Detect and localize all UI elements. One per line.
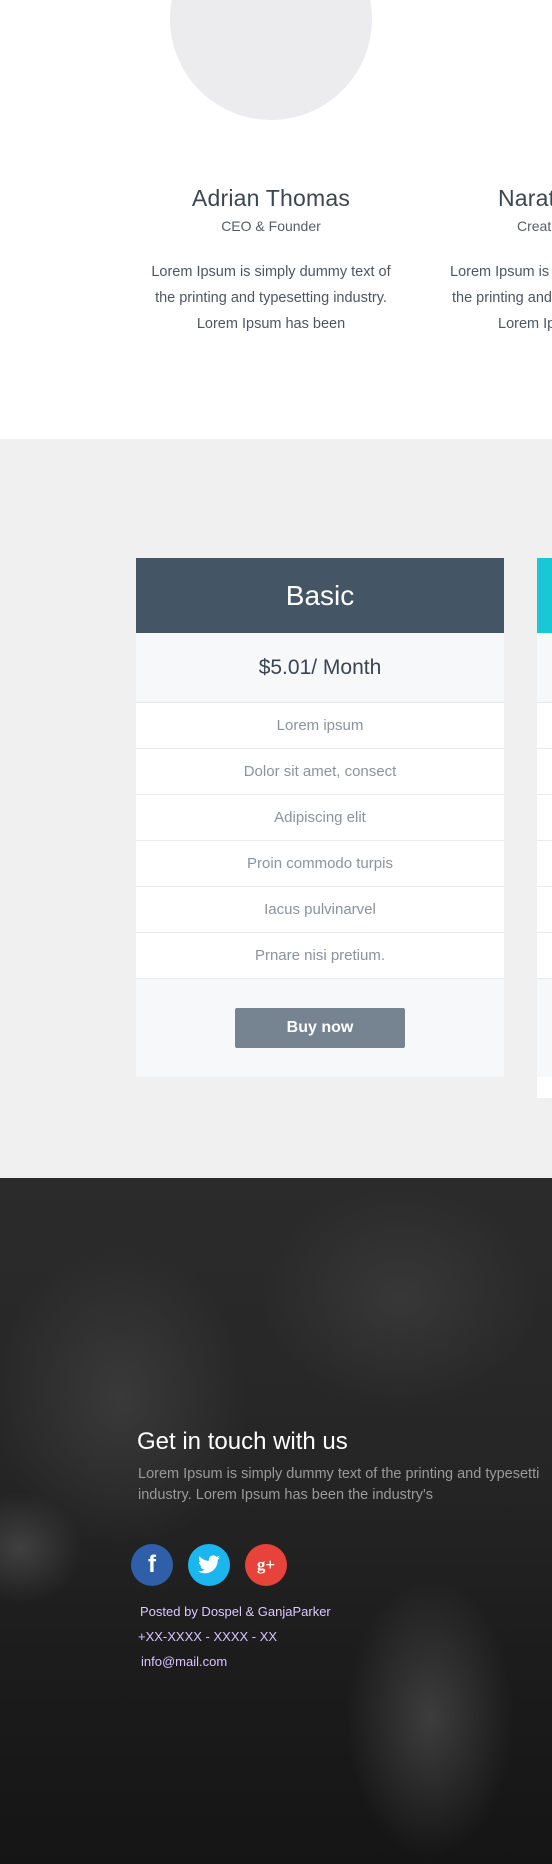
twitter-icon[interactable] — [188, 1544, 230, 1586]
contact-title: Get in touch with us — [137, 1428, 348, 1455]
member-bio-line: the printing and typesetting industry. — [155, 290, 387, 306]
facebook-icon[interactable]: f — [131, 1544, 173, 1586]
member-name: Narat — [498, 185, 552, 211]
member-bio-line: Lorem Ip — [498, 316, 552, 332]
plan-footer: Buy now — [136, 979, 504, 1077]
member-bio-line: Lorem Ipsum is simply dummy text of — [151, 264, 391, 280]
plan-feature: Prnare nisi pretium. — [136, 933, 504, 979]
team-member-card: Narat Creat Lorem Ipsum is the printing … — [437, 185, 552, 337]
posted-by-text: Posted by Dospel & GanjaParker — [140, 1604, 331, 1619]
member-bio-line: Lorem Ipsum is — [450, 264, 550, 280]
pricing-plan-card: Basic $5.01/ Month Lorem ipsum Dolor sit… — [136, 558, 504, 1077]
member-bio: Lorem Ipsum is simply dummy text of the … — [136, 259, 406, 337]
pricing-plan-card-partial — [537, 558, 552, 1098]
team-member-card: Adrian Thomas CEO & Founder Lorem Ipsum … — [136, 185, 406, 337]
plan-feature: Iacus pulvinarvel — [136, 887, 504, 933]
contact-section: Get in touch with us Lorem Ipsum is simp… — [0, 1178, 552, 1864]
plan-feature: Lorem ipsum — [136, 703, 504, 749]
buy-now-button[interactable]: Buy now — [235, 1008, 405, 1048]
phone-number: +XX-XXXX - XXXX - XX — [138, 1629, 278, 1644]
contact-description: Lorem Ipsum is simply dummy text of the … — [138, 1464, 552, 1506]
plan-feature: Adipiscing elit — [136, 795, 504, 841]
member-bio: Lorem Ipsum is the printing and Lorem Ip — [437, 259, 552, 337]
google-plus-icon[interactable]: g+ — [245, 1544, 287, 1586]
contact-description-line: industry. Lorem Ipsum has been the indus… — [138, 1487, 434, 1503]
member-name: Adrian Thomas — [191, 185, 351, 211]
plan-price: $5.01/ Month — [136, 633, 504, 703]
pricing-section: Basic $5.01/ Month Lorem ipsum Dolor sit… — [0, 439, 552, 1178]
plan-feature-list: Lorem ipsum Dolor sit amet, consect Adip… — [136, 703, 504, 979]
member-bio-line: the printing and — [452, 290, 552, 306]
plan-header-partial — [537, 558, 552, 633]
plan-feature: Proin commodo turpis — [136, 841, 504, 887]
team-section: Adrian Thomas CEO & Founder Lorem Ipsum … — [0, 0, 552, 439]
email-link[interactable]: info@mail.com — [141, 1654, 227, 1669]
plan-feature: Dolor sit amet, consect — [136, 749, 504, 795]
member-role: Creat — [517, 218, 552, 234]
contact-description-line: Lorem Ipsum is simply dummy text of the … — [138, 1466, 540, 1482]
member-role: CEO & Founder — [221, 218, 321, 234]
member-avatar — [170, 0, 372, 120]
plan-title: Basic — [136, 558, 504, 633]
member-bio-line: Lorem Ipsum has been — [196, 316, 346, 332]
